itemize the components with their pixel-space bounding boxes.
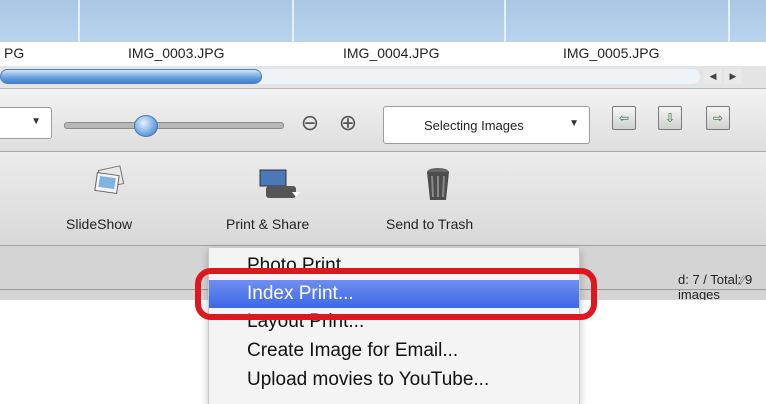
scroll-right-arrow-icon[interactable]: ▶ (724, 69, 742, 84)
view-dropdown[interactable]: ▼ (0, 107, 52, 139)
action-bar: SlideShow Print & Share Send to Trash (0, 152, 766, 246)
chevron-down-icon: ▼ (569, 118, 579, 129)
slideshow-label: SlideShow (66, 216, 133, 232)
toolbar: ▼ ⊖ ⊕ Selecting Images ▼ ⇦ ⇩ ⇨ (0, 89, 766, 152)
status-text: d: 7 / Total: 9 images (678, 272, 753, 300)
menu-item-upload-youtube[interactable]: Upload movies to YouTube... (209, 366, 579, 394)
arrow-up-left-icon[interactable]: ⇦ (612, 106, 636, 130)
scroll-left-arrow-icon[interactable]: ◀ (704, 69, 722, 84)
horizontal-scrollbar[interactable]: ◀ ▶ (0, 66, 766, 89)
thumbnail-image[interactable] (80, 0, 294, 42)
chevron-down-icon: ▼ (31, 116, 41, 127)
filename-row: PG IMG_0003.JPG IMG_0004.JPG IMG_0005.JP… (0, 42, 766, 66)
menu-item-create-image-email[interactable]: Create Image for Email... (209, 337, 579, 365)
arrow-down-icon[interactable]: ⇩ (658, 106, 682, 130)
zoom-out-icon[interactable]: ⊖ (298, 111, 322, 135)
highlight-outline (195, 268, 597, 320)
send-to-trash-label: Send to Trash (386, 216, 474, 232)
arrow-right-icon[interactable]: ⇨ (706, 106, 730, 130)
zoom-in-icon[interactable]: ⊕ (336, 111, 360, 135)
thumbnail-image[interactable] (730, 0, 766, 42)
filename-label: PG (4, 45, 25, 61)
mode-select[interactable]: Selecting Images ▼ (383, 106, 590, 144)
filename-label: IMG_0005.JPG (563, 45, 660, 61)
mode-select-value: Selecting Images (424, 118, 524, 133)
filename-label: IMG_0003.JPG (128, 45, 225, 61)
thumbnail-strip (0, 0, 766, 42)
trash-icon (418, 164, 458, 204)
slideshow-button[interactable]: SlideShow (60, 152, 160, 245)
send-to-trash-button[interactable]: Send to Trash (386, 152, 496, 245)
filename-label: IMG_0004.JPG (343, 45, 440, 61)
resize-grip-icon[interactable]: ⁄⁄ (740, 272, 745, 288)
thumbnail-image[interactable] (294, 0, 506, 42)
thumbnail-image[interactable] (0, 0, 80, 42)
scroll-thumb[interactable] (0, 69, 262, 84)
printer-icon (254, 164, 300, 204)
slideshow-icon (90, 164, 130, 204)
print-share-label: Print & Share (226, 216, 310, 232)
slider-knob[interactable] (134, 115, 158, 137)
thumbnail-size-slider[interactable] (64, 122, 284, 129)
print-share-button[interactable]: Print & Share (212, 152, 342, 245)
thumbnail-image[interactable] (506, 0, 730, 42)
